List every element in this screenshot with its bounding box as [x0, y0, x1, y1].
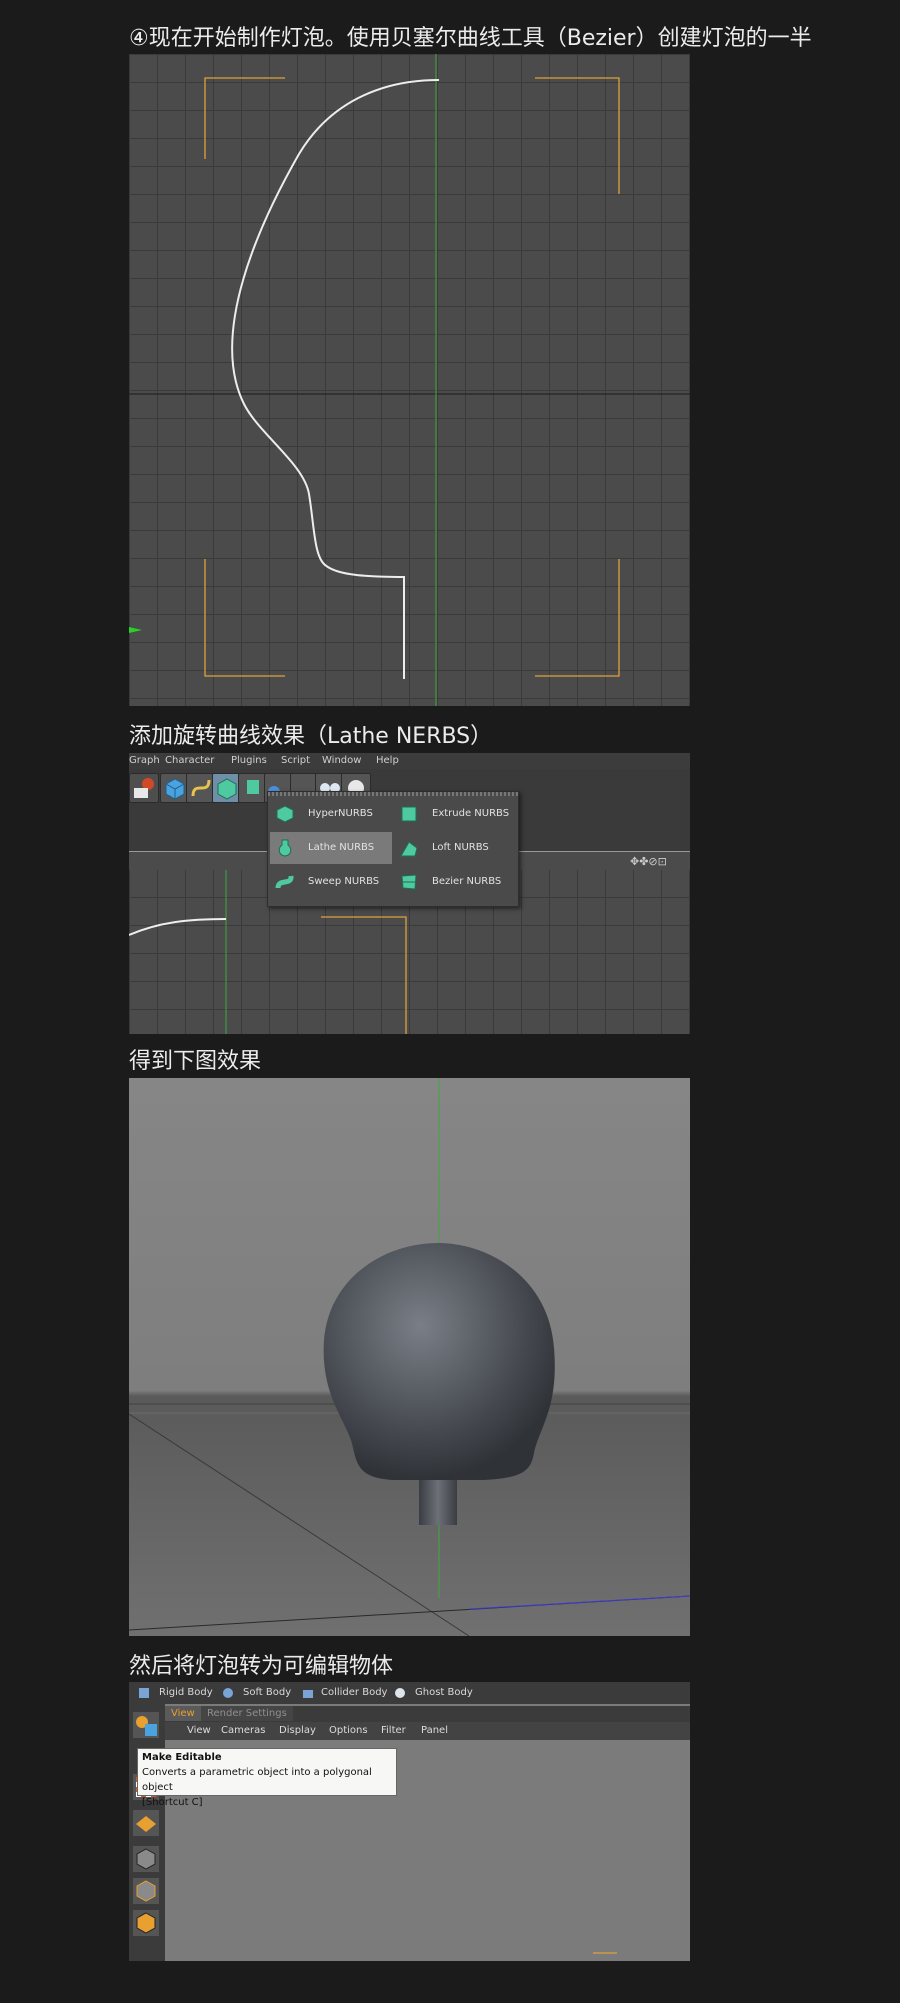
tooltip-shortcut: [Shortcut C] [142, 1797, 203, 1808]
render-icon[interactable] [129, 773, 159, 803]
menu-item-label: Extrude NURBS [432, 808, 510, 819]
tab-view[interactable]: View [165, 1706, 201, 1721]
axis-arrow-icon [129, 627, 142, 633]
left-tool-palette [129, 1704, 165, 1961]
extrude-nurbs-icon [401, 806, 417, 822]
menu-help[interactable]: Help [376, 755, 399, 766]
caption-step4: ④现在开始制作灯泡。使用贝塞尔曲线工具（Bezier）创建灯泡的一半 [129, 26, 812, 51]
bezier-viewport[interactable] [129, 54, 690, 706]
polygons-mode-icon[interactable] [133, 1910, 159, 1936]
menu-item-label: Loft NURBS [432, 842, 489, 853]
menu-item-label: Sweep NURBS [308, 876, 380, 887]
view-tabs: View Render Settings [165, 1706, 690, 1722]
menu-graph[interactable]: Graph [129, 755, 160, 766]
menu-item-hypernurbs[interactable]: HyperNURBS [270, 798, 392, 830]
lathe-nurbs-icon [278, 839, 292, 857]
menu-filter[interactable]: Filter [381, 1725, 406, 1736]
make-editable-screenshot: Rigid Body Soft Body Collider Body Ghost… [129, 1682, 690, 1961]
menu-item-loft-nurbs[interactable]: Loft NURBS [394, 832, 516, 864]
ghost-body-button[interactable]: Ghost Body [415, 1687, 473, 1698]
loft-nurbs-icon [400, 841, 418, 857]
menu-item-label: HyperNURBS [308, 808, 373, 819]
caption-lathe: 添加旋转曲线效果（Lathe NERBS） [129, 724, 493, 749]
texture-tool-icon[interactable] [133, 1810, 159, 1836]
svg-text:✥✤⊘⊡: ✥✤⊘⊡ [630, 855, 667, 868]
soft-body-button[interactable]: Soft Body [243, 1687, 291, 1698]
menu-item-lathe-nurbs[interactable]: Lathe NURBS [270, 832, 392, 864]
dynamics-toolbar: Rigid Body Soft Body Collider Body Ghost… [129, 1682, 690, 1704]
viewport-overlay [129, 54, 690, 706]
menu-item-sweep-nurbs[interactable]: Sweep NURBS [270, 866, 392, 898]
soft-body-icon [223, 1688, 233, 1698]
menu-character[interactable]: Character [165, 755, 214, 766]
collider-body-button[interactable]: Collider Body [321, 1687, 387, 1698]
scene-tool-icon[interactable] [133, 1712, 159, 1738]
bulb-shape [323, 1243, 555, 1480]
tooltip-description: Converts a parametric object into a poly… [142, 1767, 372, 1793]
menu-cameras[interactable]: Cameras [221, 1725, 265, 1736]
menu-bar: Graph Character Plugins Script Window He… [129, 753, 690, 769]
points-mode-icon[interactable] [133, 1846, 159, 1872]
bezier-curve [231, 79, 440, 679]
menu-display[interactable]: Display [279, 1725, 316, 1736]
hypernurbs-icon [276, 805, 294, 823]
rigid-body-button[interactable]: Rigid Body [159, 1687, 213, 1698]
safe-frame [204, 77, 620, 677]
rigid-body-icon [139, 1688, 149, 1698]
caption-result: 得到下图效果 [129, 1049, 262, 1074]
collider-body-icon [303, 1690, 313, 1698]
menu-item-label: Bezier NURBS [432, 876, 502, 887]
viewport-nav-icons[interactable]: ✥✤⊘⊡ [630, 853, 690, 869]
menu-plugins[interactable]: Plugins [231, 755, 267, 766]
menu-window[interactable]: Window [322, 755, 361, 766]
menu-options[interactable]: Options [329, 1725, 368, 1736]
sweep-nurbs-icon [275, 875, 294, 889]
bezier-nurbs-icon [401, 874, 417, 890]
tooltip-title: Make Editable [142, 1752, 222, 1763]
safe-frame-corner [593, 1952, 617, 1954]
menu-panel[interactable]: Panel [421, 1725, 448, 1736]
tab-render-settings[interactable]: Render Settings [201, 1706, 293, 1721]
view-menu-bar: View Cameras Display Options Filter Pane… [165, 1722, 690, 1740]
make-editable-tooltip: Make Editable Converts a parametric obje… [137, 1748, 397, 1808]
menu-view[interactable]: View [187, 1725, 211, 1736]
ghost-body-icon [395, 1688, 405, 1698]
edges-mode-icon[interactable] [133, 1878, 159, 1904]
menu-item-bezier-nurbs[interactable]: Bezier NURBS [394, 866, 516, 898]
nurbs-dropdown: HyperNURBS Extrude NURBS Lathe NURBS Lof… [267, 791, 519, 907]
menu-item-label: Lathe NURBS [308, 842, 375, 853]
menu-item-extrude-nurbs[interactable]: Extrude NURBS [394, 798, 516, 830]
dropdown-tearoff[interactable] [268, 792, 518, 796]
menu-script[interactable]: Script [281, 755, 310, 766]
bulb-render [129, 1078, 690, 1636]
nurbs-menu-screenshot: Graph Character Plugins Script Window He… [129, 753, 690, 1034]
lathe-result-viewport[interactable] [129, 1078, 690, 1636]
caption-editable: 然后将灯泡转为可编辑物体 [129, 1654, 394, 1679]
